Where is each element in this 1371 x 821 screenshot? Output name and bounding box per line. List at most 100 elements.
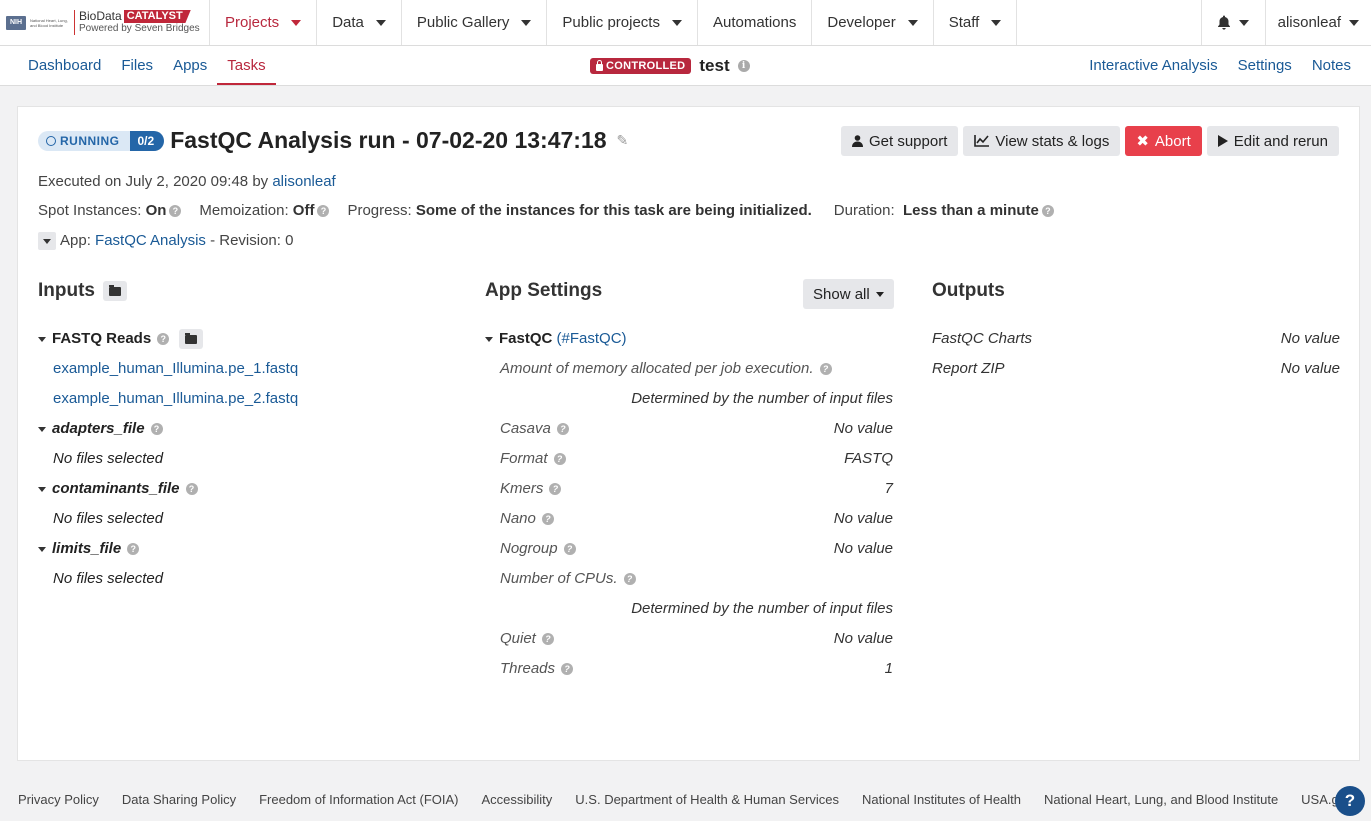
logo-powered-by: Powered by Seven Bridges: [79, 23, 200, 34]
show-all-label: Show all: [813, 285, 870, 303]
help-icon[interactable]: ?: [623, 573, 636, 586]
abort-button[interactable]: ✖ Abort: [1125, 126, 1202, 156]
setting-format: Format?: [500, 449, 566, 469]
help-icon[interactable]: ?: [819, 363, 832, 376]
adapters-file-label: adapters_file: [52, 420, 145, 437]
nav-public-gallery[interactable]: Public Gallery: [402, 0, 548, 45]
nav-public-gallery-label: Public Gallery: [416, 14, 510, 31]
help-icon[interactable]: ?: [185, 483, 198, 496]
fastq-file-link[interactable]: example_human_Illumina.pe_2.fastq: [53, 389, 298, 409]
setting-nano-value: No value: [833, 510, 893, 527]
executed-prefix: Executed on July 2, 2020 09:48 by: [38, 173, 269, 190]
footer-link-accessibility[interactable]: Accessibility: [482, 792, 553, 807]
help-icon[interactable]: ?: [317, 205, 330, 218]
tab-files[interactable]: Files: [111, 46, 163, 86]
app-link[interactable]: FastQC Analysis: [95, 232, 206, 249]
fastq-folder-button[interactable]: [179, 329, 204, 350]
setting-threads-value: 1: [884, 660, 893, 677]
chevron-down-icon: [1239, 19, 1250, 26]
inputs-folder-button[interactable]: [103, 281, 127, 301]
help-icon[interactable]: ?: [150, 423, 163, 436]
nav-data-label: Data: [332, 14, 364, 31]
user-name: alisonleaf: [1277, 14, 1341, 31]
fastq-reads-group[interactable]: FASTQ Reads?: [38, 329, 204, 350]
help-icon[interactable]: ?: [541, 633, 554, 646]
nav-data[interactable]: Data: [317, 0, 402, 45]
line-chart-icon: [974, 135, 990, 147]
play-icon: [1217, 135, 1228, 147]
nav-projects[interactable]: Projects: [210, 0, 318, 45]
setting-casava-label: Casava: [500, 420, 551, 437]
help-icon[interactable]: ?: [127, 543, 140, 556]
footer-link-nih[interactable]: National Institutes of Health: [862, 792, 1021, 807]
nav-staff[interactable]: Staff: [934, 0, 1018, 45]
fastq-file-link[interactable]: example_human_Illumina.pe_1.fastq: [53, 359, 298, 379]
help-icon[interactable]: ?: [556, 423, 569, 436]
info-icon[interactable]: i: [737, 60, 750, 72]
fastqc-settings-group[interactable]: FastQC (#FastQC): [485, 329, 627, 349]
lock-icon: [596, 60, 603, 71]
help-icon[interactable]: ?: [553, 453, 566, 466]
nih-logo-text: National Heart, Lung, and Blood Institut…: [30, 17, 68, 28]
edit-rerun-button[interactable]: Edit and rerun: [1206, 126, 1339, 156]
link-notes[interactable]: Notes: [1302, 46, 1361, 86]
memoization: Memoization: Off?: [199, 202, 330, 219]
notifications-button[interactable]: [1202, 0, 1266, 45]
help-icon[interactable]: ?: [561, 663, 574, 676]
limits-no-files: No files selected: [53, 570, 164, 587]
link-settings[interactable]: Settings: [1228, 46, 1302, 86]
limits-file-label: limits_file: [52, 540, 122, 557]
get-support-button[interactable]: Get support: [840, 126, 959, 156]
setting-quiet-label: Quiet: [500, 630, 536, 647]
setting-memory-value: Determined by the number of input files: [631, 390, 893, 407]
setting-format-value: FASTQ: [844, 450, 893, 467]
setting-quiet-value: No value: [833, 630, 893, 647]
footer-link-privacy[interactable]: Privacy Policy: [18, 792, 99, 807]
setting-threads: Threads?: [500, 659, 574, 679]
task-title-row: RUNNING 0/2 FastQC Analysis run - 07-02-…: [38, 127, 628, 154]
show-all-dropdown[interactable]: Show all: [803, 279, 894, 309]
link-interactive-analysis[interactable]: Interactive Analysis: [1079, 46, 1227, 86]
contaminants-file-label: contaminants_file: [52, 480, 180, 497]
nav-automations[interactable]: Automations: [698, 0, 813, 45]
footer-link-hhs[interactable]: U.S. Department of Health & Human Servic…: [575, 792, 839, 807]
executed-info: Executed on July 2, 2020 09:48 by alison…: [38, 173, 336, 190]
nav-public-projects[interactable]: Public projects: [547, 0, 698, 45]
footer-link-foia[interactable]: Freedom of Information Act (FOIA): [259, 792, 458, 807]
edit-pencil-icon[interactable]: ✎: [617, 132, 629, 149]
setting-cpus-label: Number of CPUs.: [500, 570, 618, 587]
contaminants-file-group[interactable]: contaminants_file?: [38, 479, 198, 499]
nav-public-projects-label: Public projects: [562, 14, 660, 31]
tab-apps[interactable]: Apps: [163, 46, 217, 86]
nav-developer-label: Developer: [827, 14, 896, 31]
help-icon[interactable]: ?: [157, 333, 170, 346]
help-icon[interactable]: ?: [541, 513, 554, 526]
nav-developer[interactable]: Developer: [812, 0, 934, 45]
logo-wordmark: BioData CATALYST Powered by Seven Bridge…: [74, 10, 200, 35]
help-icon[interactable]: ?: [549, 483, 562, 496]
app-expand-toggle[interactable]: [38, 232, 56, 251]
setting-cpus: Number of CPUs.?: [500, 569, 636, 589]
tab-tasks[interactable]: Tasks: [217, 46, 276, 85]
tab-dashboard[interactable]: Dashboard: [18, 46, 111, 86]
help-icon[interactable]: ?: [563, 543, 576, 556]
user-menu[interactable]: alisonleaf: [1266, 0, 1371, 45]
folder-icon: [109, 284, 121, 296]
user-icon: [851, 135, 863, 147]
app-revision: - Revision: 0: [210, 232, 294, 249]
help-icon[interactable]: ?: [169, 205, 182, 218]
help-icon[interactable]: ?: [1041, 205, 1054, 218]
help-button[interactable]: ?: [1335, 786, 1365, 816]
adapters-file-group[interactable]: adapters_file?: [38, 419, 163, 439]
setting-memory-label: Amount of memory allocated per job execu…: [500, 360, 814, 377]
inputs-heading: Inputs: [38, 280, 127, 302]
executed-by-link[interactable]: alisonleaf: [272, 173, 335, 190]
progress-value: Some of the instances for this task are …: [415, 202, 812, 219]
biodata-catalyst-logo[interactable]: NIH National Heart, Lung, and Blood Inst…: [0, 0, 210, 45]
footer-link-nhlbi[interactable]: National Heart, Lung, and Blood Institut…: [1044, 792, 1278, 807]
setting-nano: Nano?: [500, 509, 554, 529]
output-fastqc-charts: FastQC Charts: [932, 330, 1033, 347]
view-stats-button[interactable]: View stats & logs: [963, 126, 1121, 156]
limits-file-group[interactable]: limits_file?: [38, 539, 140, 559]
footer-link-data-sharing[interactable]: Data Sharing Policy: [122, 792, 236, 807]
